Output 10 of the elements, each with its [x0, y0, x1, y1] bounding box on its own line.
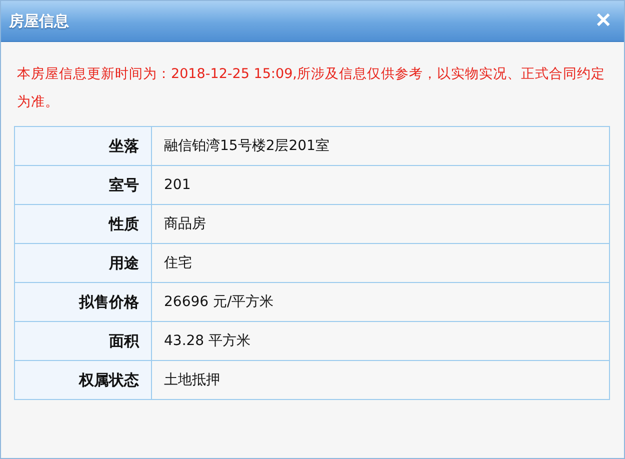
window-title: 房屋信息 [9, 12, 69, 30]
field-label: 拟售价格 [15, 283, 152, 321]
field-label: 用途 [15, 244, 152, 282]
field-label: 坐落 [15, 127, 152, 165]
field-label: 权属状态 [15, 361, 152, 399]
close-button[interactable]: ✕ [595, 11, 612, 31]
notice-text: 本房屋信息更新时间为：2018-12-25 15:09,所涉及信息仅供参考，以实物实况、正式合同约定为准。 [17, 65, 606, 112]
field-label: 室号 [15, 166, 152, 204]
field-label: 面积 [15, 322, 152, 360]
field-label: 性质 [15, 205, 152, 243]
